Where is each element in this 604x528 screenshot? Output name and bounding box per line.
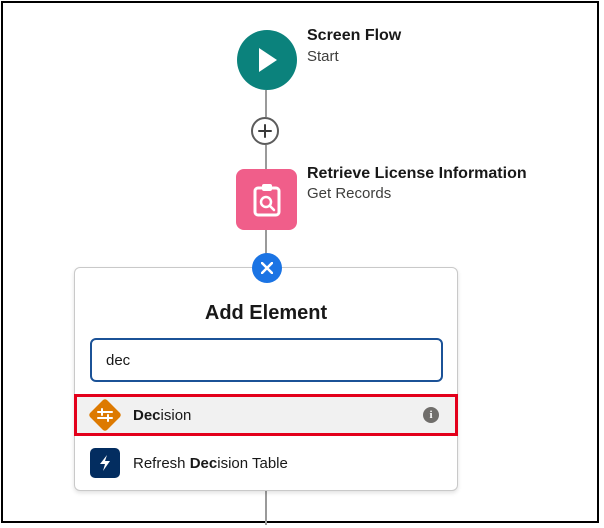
element-search-input[interactable] xyxy=(90,338,443,382)
start-node-subtitle: Start xyxy=(307,48,339,65)
play-icon xyxy=(259,48,277,72)
close-icon xyxy=(261,262,273,274)
start-node[interactable] xyxy=(237,30,297,90)
bolt-icon-wrapper xyxy=(89,447,121,479)
get-records-node-title: Retrieve License Information xyxy=(307,165,527,182)
result-item-refresh-decision-table[interactable]: Refresh Decision Table xyxy=(75,443,457,483)
search-results: Decision i Refresh Decision Table xyxy=(74,394,458,483)
connector-line xyxy=(265,490,267,525)
get-records-node[interactable] xyxy=(236,169,297,230)
info-icon[interactable]: i xyxy=(423,407,439,423)
panel-title: Add Element xyxy=(204,302,328,324)
connector-line xyxy=(265,230,267,254)
flow-canvas: Screen Flow Start Retrieve License Infor… xyxy=(1,1,599,525)
decision-icon-wrapper xyxy=(88,398,122,432)
add-element-panel: Add Element Decision i xyxy=(74,267,458,491)
connector-line xyxy=(265,90,267,117)
result-label: Decision xyxy=(133,406,192,424)
connector-line xyxy=(265,145,267,169)
close-panel-button[interactable] xyxy=(252,253,282,283)
clipboard-search-icon xyxy=(253,183,280,216)
add-element-button[interactable] xyxy=(251,117,279,145)
result-label: Refresh Decision Table xyxy=(133,454,288,472)
lightning-bolt-icon xyxy=(90,448,120,478)
result-item-decision[interactable]: Decision i xyxy=(74,394,458,436)
get-records-node-subtitle: Get Records xyxy=(307,185,392,202)
plus-icon xyxy=(258,124,272,138)
decision-diamond-icon xyxy=(88,398,122,432)
start-node-title: Screen Flow xyxy=(307,27,402,44)
